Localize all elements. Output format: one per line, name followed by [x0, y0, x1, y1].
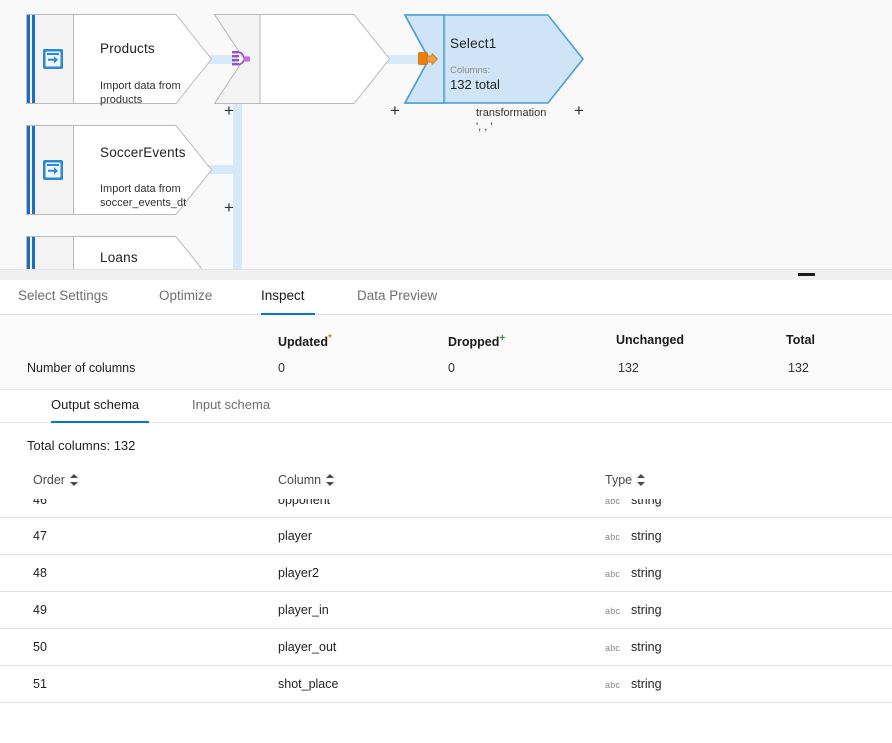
connector-union-trunk: [233, 100, 242, 270]
node-products[interactable]: Products Import data from products +: [26, 14, 234, 119]
cell-order: 49: [33, 603, 47, 617]
cell-type: string: [631, 499, 662, 507]
tab-data-preview[interactable]: Data Preview: [357, 281, 442, 315]
cell-column: player_out: [278, 640, 337, 654]
summary-header-dropped: Dropped+: [448, 333, 505, 349]
summary-header-updated-text: Updated: [278, 335, 328, 350]
cell-order: 47: [33, 529, 47, 543]
add-node-after-union[interactable]: +: [390, 102, 400, 119]
abc-type-icon: abc: [605, 680, 621, 690]
table-row[interactable]: 47 player abc string: [0, 518, 892, 555]
dropped-plus-icon: +: [499, 333, 506, 344]
inspect-summary: Number of columns Updated* 0 Dropped+ 0 …: [0, 315, 892, 390]
cell-type: string: [631, 677, 662, 691]
node-soccerevents[interactable]: SoccerEvents Import data from soccer_eve…: [26, 125, 234, 216]
cell-column: opponent: [278, 499, 331, 507]
table-row[interactable]: 46 opponent abc string: [0, 499, 892, 518]
panel-tabbar: Select Settings Optimize Inspect Data Pr…: [0, 281, 892, 315]
source-icon: [43, 49, 63, 69]
column-header-type-text: Type: [605, 473, 633, 487]
updated-star-icon: *: [328, 333, 332, 344]
total-columns-label: Total columns: 132: [27, 438, 136, 453]
node-select1-sub-value: 132 total: [450, 77, 500, 92]
abc-type-icon: abc: [605, 532, 621, 542]
sort-icon[interactable]: [637, 474, 646, 486]
node-soccerevents-description: Import data from soccer_events_dt: [100, 183, 187, 209]
cell-type: string: [631, 566, 662, 580]
tab-optimize[interactable]: Optimize: [159, 281, 218, 315]
panel-grip-band: [0, 270, 892, 281]
schema-grid-rows: 46 opponent abc string 47 player abc str…: [0, 499, 892, 703]
table-row[interactable]: 49 player_in abc string: [0, 592, 892, 629]
node-select1[interactable]: Select1 Columns: 132 total +: [404, 14, 584, 119]
cell-order: 48: [33, 566, 47, 580]
schema-tabbar: Output schema Input schema: [0, 390, 892, 423]
properties-panel: Select Settings Optimize Inspect Data Pr…: [0, 270, 892, 743]
tab-select-settings[interactable]: Select Settings: [18, 281, 115, 315]
abc-type-icon: abc: [605, 643, 621, 653]
table-row[interactable]: 51 shot_place abc string: [0, 666, 892, 703]
cell-column: player: [278, 529, 313, 543]
summary-row-label: Number of columns: [27, 361, 136, 375]
cell-column: shot_place: [278, 677, 339, 691]
table-row[interactable]: 50 player_out abc string: [0, 629, 892, 666]
node-products-title: Products: [100, 41, 155, 56]
summary-value-total: 132: [788, 361, 809, 375]
cell-order: 50: [33, 640, 47, 654]
column-header-column-text: Column: [278, 473, 322, 487]
node-select1-sub-label: Columns:: [450, 65, 491, 76]
add-node-after-products[interactable]: +: [224, 102, 234, 119]
cell-column: player2: [278, 566, 319, 580]
summary-header-updated: Updated*: [278, 333, 332, 349]
summary-header-total: Total: [786, 333, 815, 347]
tab-input-schema[interactable]: Input schema: [192, 390, 285, 423]
collapse-panel-handle[interactable]: [798, 273, 815, 276]
schema-grid-header: Order Column Type: [0, 473, 892, 499]
column-header-column[interactable]: Column: [278, 473, 335, 487]
cell-type: string: [631, 640, 662, 654]
summary-value-unchanged: 132: [618, 361, 639, 375]
data-flow-canvas[interactable]: Products Import data from products + Uni…: [0, 0, 892, 270]
add-node-after-select1[interactable]: +: [574, 102, 584, 119]
node-select1-title: Select1: [450, 36, 497, 51]
abc-type-icon: abc: [605, 606, 621, 616]
node-products-description: Import data from products: [100, 80, 181, 106]
node-loans[interactable]: Loans: [26, 236, 212, 270]
tab-output-schema[interactable]: Output schema: [51, 390, 149, 423]
summary-value-updated: 0: [278, 361, 285, 375]
source-icon: [43, 160, 63, 180]
cell-order: 46: [33, 499, 47, 507]
cell-type: string: [631, 603, 662, 617]
add-node-after-soccerevents[interactable]: +: [224, 199, 234, 216]
select-icon: [418, 52, 438, 65]
node-unionallfiles[interactable]: UnionAllFiles Combining rows from transf…: [214, 14, 557, 133]
union-icon: [232, 51, 250, 66]
summary-header-unchanged: Unchanged: [616, 333, 685, 347]
summary-header-dropped-text: Dropped: [448, 335, 500, 350]
abc-type-icon: abc: [605, 499, 621, 506]
node-loans-title: Loans: [100, 250, 138, 265]
summary-value-dropped: 0: [448, 361, 455, 375]
column-header-order[interactable]: Order: [33, 473, 79, 487]
cell-order: 51: [33, 677, 47, 691]
column-header-order-text: Order: [33, 473, 65, 487]
abc-type-icon: abc: [605, 569, 621, 579]
sort-icon[interactable]: [326, 474, 335, 486]
cell-column: player_in: [278, 603, 329, 617]
column-header-type[interactable]: Type: [605, 473, 646, 487]
schema-grid-body[interactable]: 46 opponent abc string 47 player abc str…: [0, 499, 892, 743]
sort-icon[interactable]: [69, 474, 79, 486]
tab-inspect[interactable]: Inspect: [261, 281, 315, 315]
data-flow-screen: Products Import data from products + Uni…: [0, 0, 892, 743]
node-soccerevents-title: SoccerEvents: [100, 145, 186, 160]
cell-type: string: [631, 529, 662, 543]
table-row[interactable]: 48 player2 abc string: [0, 555, 892, 592]
